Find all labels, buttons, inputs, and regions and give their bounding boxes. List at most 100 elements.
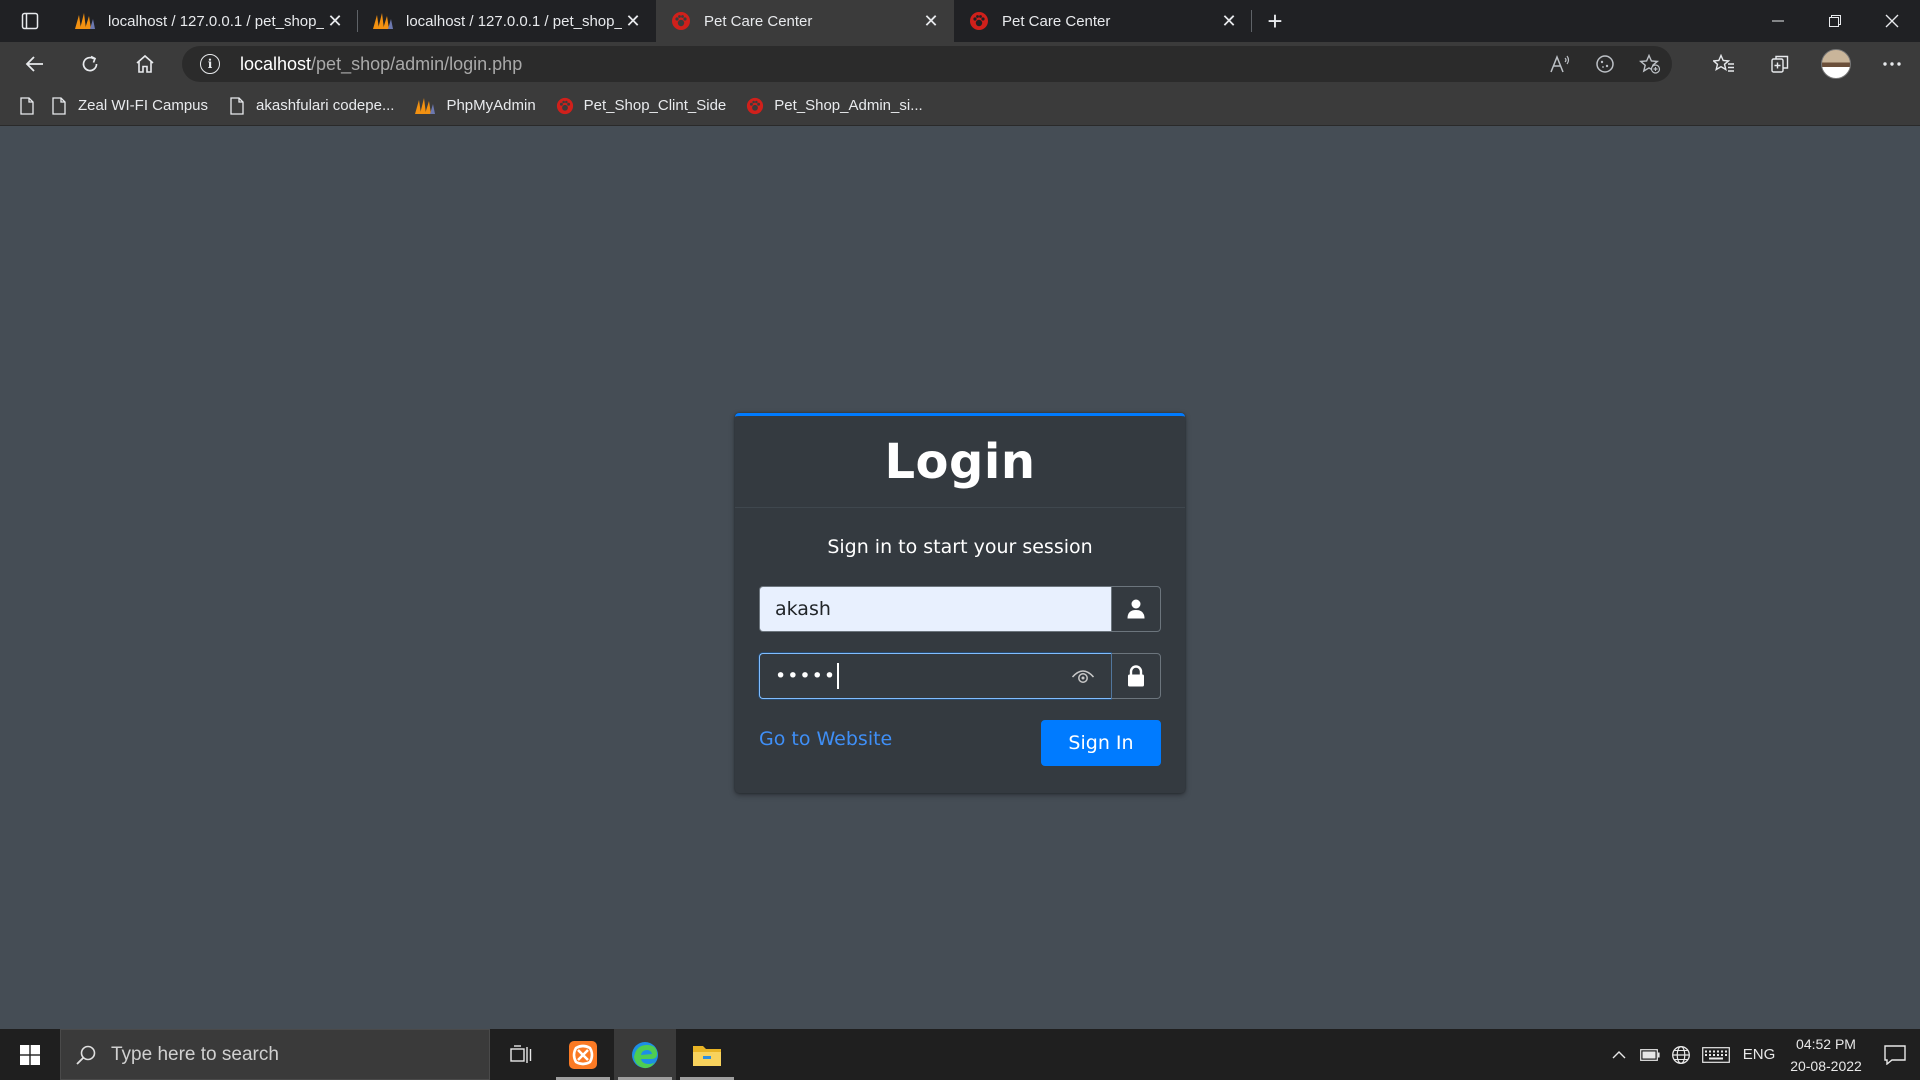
keyboard-icon: [1702, 1046, 1730, 1063]
folder-icon: [693, 1045, 721, 1066]
close-window-button[interactable]: [1863, 0, 1920, 42]
taskbar-search-box[interactable]: Type here to search: [60, 1029, 490, 1080]
pet-care-icon: [746, 97, 764, 115]
login-card-header: Login: [735, 416, 1185, 508]
login-actions: Go to Website Sign In: [759, 720, 1161, 766]
bookmark-pet-shop-admin[interactable]: Pet_Shop_Admin_si...: [746, 97, 923, 115]
page-viewport: Login Sign in to start your session akas…: [0, 127, 1920, 1029]
pet-care-icon: [670, 10, 692, 32]
collections-icon: [1771, 55, 1789, 73]
search-icon: [76, 1045, 96, 1065]
minimize-icon: [1771, 20, 1784, 22]
pet-care-icon: [556, 97, 574, 115]
notification-icon: [1884, 1044, 1906, 1065]
browser-toolbar: i localhost/pet_shop/admin/login.php: [0, 42, 1920, 86]
tab-pet-care-center-active[interactable]: Pet Care Center ✕: [656, 0, 954, 42]
home-button[interactable]: [117, 42, 172, 86]
address-bar-actions: [1537, 46, 1672, 82]
settings-more-button[interactable]: [1864, 42, 1920, 86]
bookmark-zeal-wifi[interactable]: Zeal WI-FI Campus: [50, 96, 209, 115]
phpmyadmin-icon: [372, 10, 394, 32]
site-info-icon[interactable]: i: [200, 54, 220, 74]
profile-button[interactable]: [1808, 42, 1864, 86]
username-addon: [1111, 586, 1161, 632]
clock-time: 04:52 PM: [1796, 1035, 1856, 1052]
bookmarks-bar: Zeal WI-FI Campus akashfulari codepe... …: [0, 86, 1920, 126]
page-icon: [18, 96, 36, 115]
edge-browser-icon: [632, 1041, 658, 1068]
bookmark-pet-shop-client[interactable]: Pet_Shop_Clint_Side: [556, 97, 727, 115]
battery-button[interactable]: [1634, 1029, 1665, 1080]
tab-close-icon[interactable]: ✕: [920, 10, 942, 32]
password-input-group: •••••: [759, 653, 1161, 699]
restore-icon: [1828, 15, 1841, 27]
bookmark-label: Pet_Shop_Clint_Side: [583, 97, 727, 114]
minimize-button[interactable]: [1749, 0, 1806, 42]
username-input[interactable]: akash: [759, 586, 1111, 632]
back-button[interactable]: [7, 42, 62, 86]
read-aloud-icon: [1549, 54, 1569, 73]
home-icon: [135, 54, 154, 73]
star-plus-icon: [1638, 54, 1660, 74]
pet-care-icon: [968, 10, 990, 32]
tab-title: localhost / 127.0.0.1 / pet_shop_: [406, 12, 622, 30]
tab-pet-care-center[interactable]: Pet Care Center ✕: [954, 0, 1252, 42]
phpmyadmin-icon: [414, 97, 436, 115]
add-favorite-button[interactable]: [1627, 54, 1672, 74]
text-caret: [837, 663, 840, 689]
login-subtitle: Sign in to start your session: [827, 536, 1093, 558]
bookmark-phpmyadmin[interactable]: PhpMyAdmin: [414, 97, 536, 115]
taskbar-clock[interactable]: 04:52 PM 20-08-2022: [1782, 1033, 1870, 1077]
globe-network-icon: [1671, 1045, 1690, 1064]
bookmark-label: PhpMyAdmin: [446, 97, 536, 114]
taskbar-edge[interactable]: [614, 1029, 676, 1080]
tab-phpmyadmin-2[interactable]: localhost / 127.0.0.1 / pet_shop_ ✕: [358, 0, 656, 42]
start-button[interactable]: [0, 1029, 60, 1080]
taskbar-file-explorer[interactable]: [676, 1029, 738, 1080]
action-center-button[interactable]: [1870, 1029, 1920, 1080]
refresh-button[interactable]: [62, 42, 117, 86]
task-view-button[interactable]: [490, 1029, 552, 1080]
user-icon: [1127, 599, 1145, 619]
network-button[interactable]: [1665, 1029, 1696, 1080]
sign-in-button[interactable]: Sign In: [1041, 720, 1161, 766]
taskbar-xampp[interactable]: [552, 1029, 614, 1080]
phpmyadmin-icon: [74, 10, 96, 32]
bookmark-label: Zeal WI-FI Campus: [78, 97, 209, 114]
tracking-prevention-button[interactable]: [1582, 54, 1627, 74]
password-input[interactable]: •••••: [759, 653, 1111, 699]
touch-keyboard-button[interactable]: [1696, 1029, 1736, 1080]
login-card: Login Sign in to start your session akas…: [735, 413, 1185, 793]
read-aloud-button[interactable]: [1537, 54, 1582, 74]
reveal-password-eye-icon[interactable]: [1071, 666, 1095, 686]
tab-close-icon[interactable]: ✕: [324, 10, 346, 32]
favorites-button[interactable]: [1696, 42, 1752, 86]
password-value: •••••: [775, 665, 837, 687]
system-tray: ENG 04:52 PM 20-08-2022: [1603, 1029, 1920, 1080]
browser-right-tools: [1696, 42, 1920, 86]
chevron-up-icon: [1612, 1050, 1625, 1058]
input-language-indicator[interactable]: ENG: [1736, 1029, 1782, 1080]
go-to-website-link[interactable]: Go to Website: [759, 720, 892, 750]
tab-close-icon[interactable]: ✕: [1218, 10, 1240, 32]
xampp-icon: [569, 1040, 597, 1069]
bookmark-codepen[interactable]: akashfulari codepe...: [228, 96, 394, 115]
url-path: /pet_shop/admin/login.php: [311, 53, 523, 74]
address-bar[interactable]: i localhost/pet_shop/admin/login.php: [182, 46, 1672, 82]
tab-close-icon[interactable]: ✕: [622, 10, 644, 32]
tab-phpmyadmin-1[interactable]: localhost / 127.0.0.1 / pet_shop_ ✕: [60, 0, 358, 42]
more-dots-icon: [1883, 62, 1901, 66]
show-hidden-icons-button[interactable]: [1603, 1029, 1634, 1080]
restore-button[interactable]: [1806, 0, 1863, 42]
task-view-icon: [510, 1044, 532, 1063]
collections-button[interactable]: [1752, 42, 1808, 86]
page-icon: [50, 96, 68, 115]
favorites-icon: [1713, 54, 1734, 72]
tab-actions-menu-button[interactable]: [0, 0, 60, 42]
tab-actions-icon: [21, 12, 39, 30]
cookie-icon: [1595, 55, 1614, 73]
tab-title: localhost / 127.0.0.1 / pet_shop_: [108, 12, 324, 30]
username-input-group: akash: [759, 586, 1161, 632]
bookmarks-folder-button[interactable]: [18, 96, 36, 115]
new-tab-button[interactable]: +: [1252, 0, 1298, 42]
